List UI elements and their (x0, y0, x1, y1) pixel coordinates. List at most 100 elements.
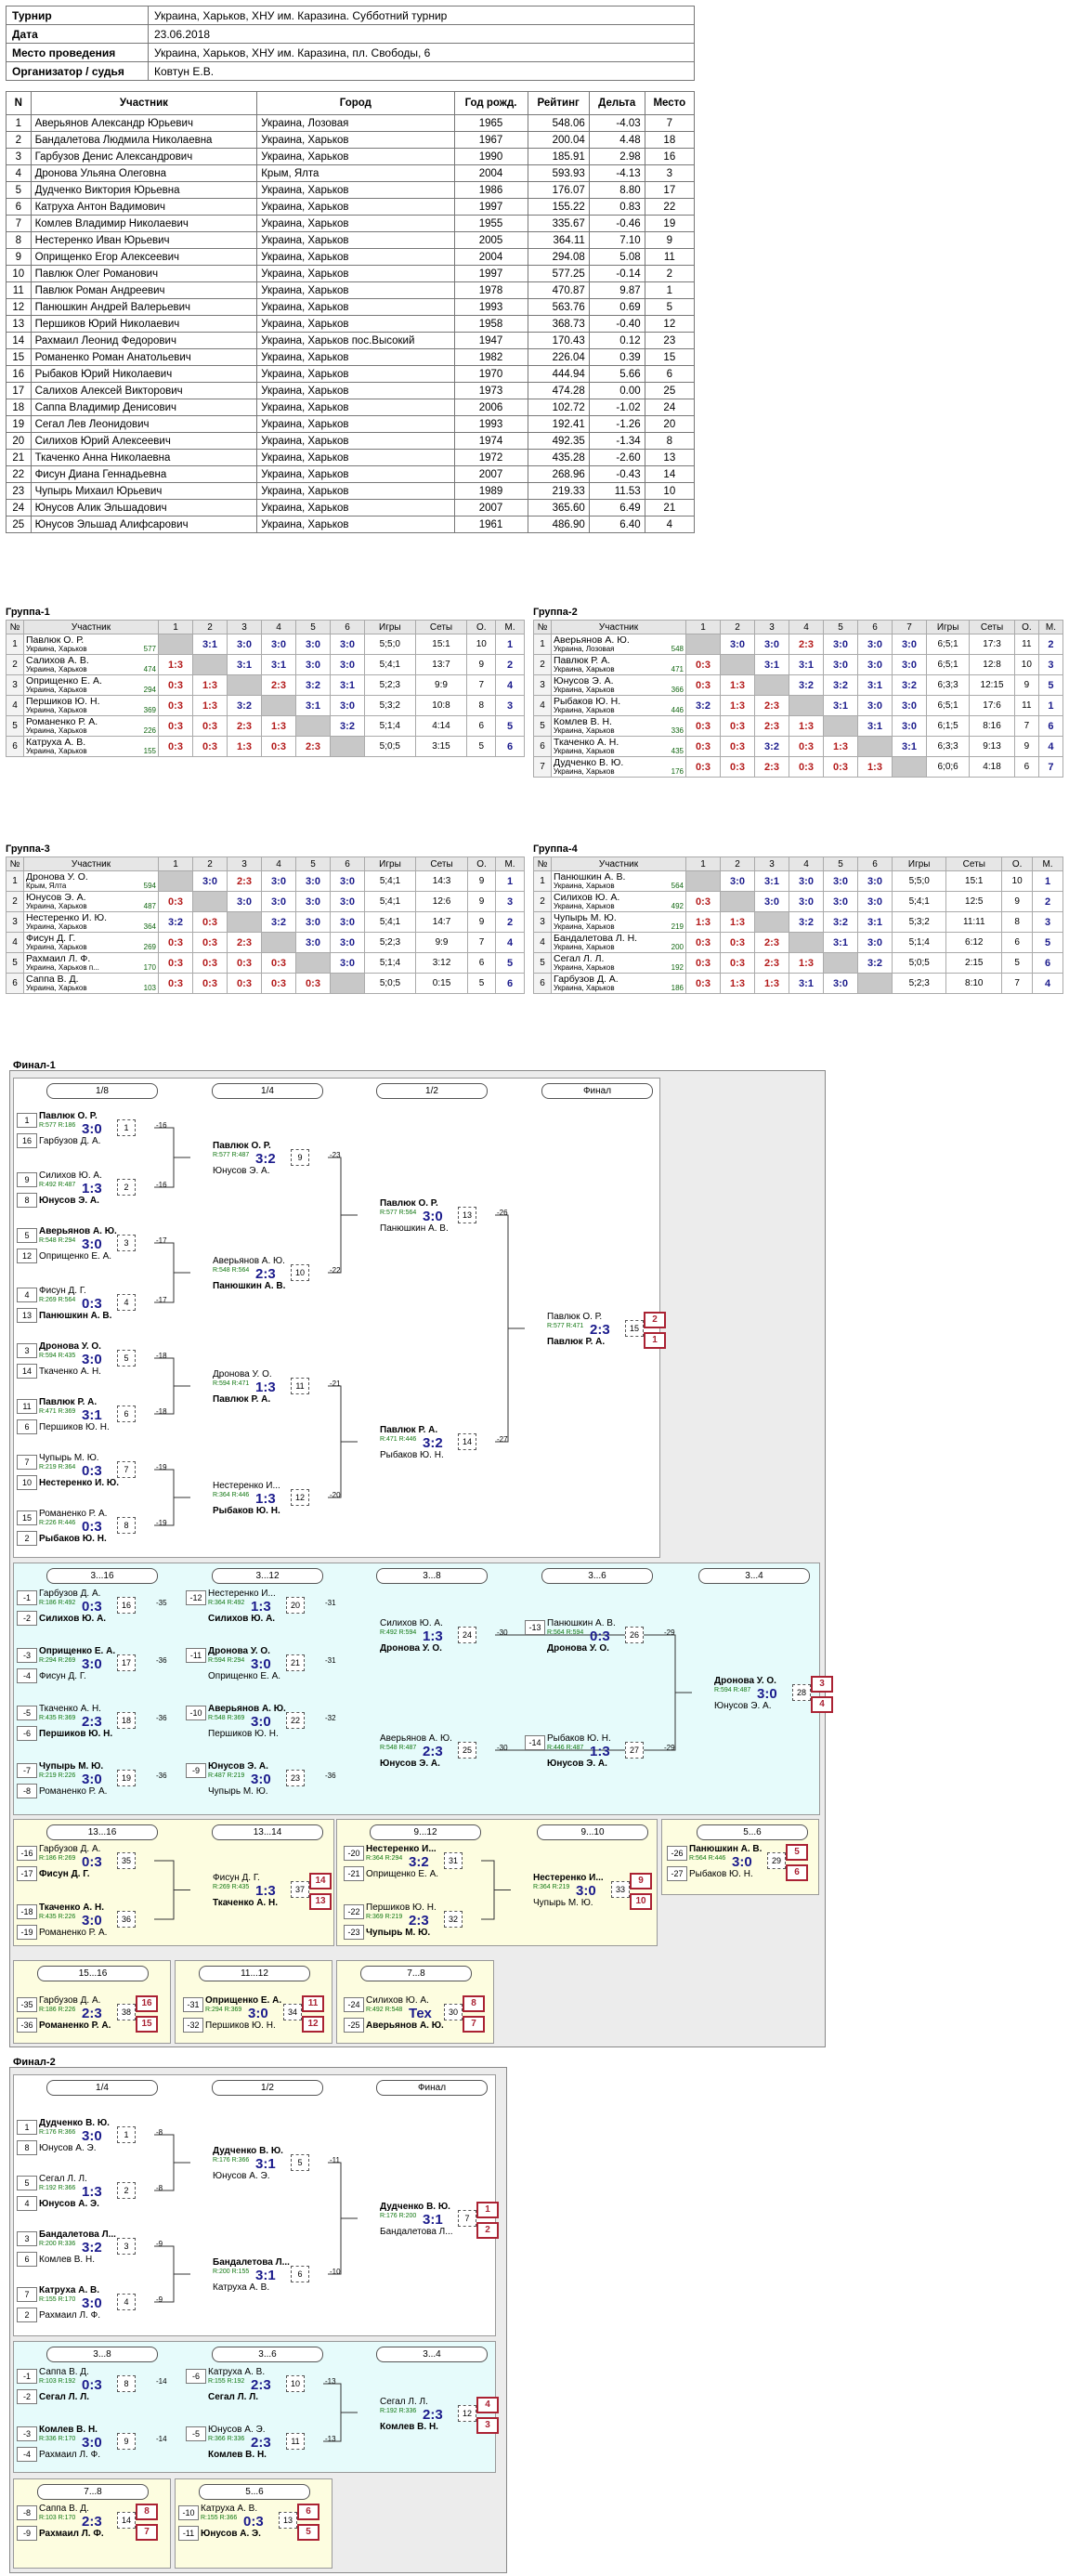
player-name: Романенко Р. А. (39, 1509, 108, 1519)
match-score: 1:3 (423, 1628, 443, 1644)
bracket-match: -8 -9 Саппа В. Д. Рахмаил Л. Ф. R:103 R:170 2… (17, 2504, 158, 2541)
match-id: 7 (458, 2210, 476, 2227)
match-score: 2:3 (423, 1744, 443, 1759)
bracket-match: -3 -4 Комлев В. Н. Рахмаил Л. Ф. R:336 R:170… (17, 2425, 167, 2462)
seed-number: 4 (17, 1288, 37, 1302)
seed-number: 9 (17, 1172, 37, 1187)
match-id: 31 (444, 1852, 463, 1869)
next-match-ref: -23 (330, 1151, 341, 1159)
match-score: 3:0 (82, 1352, 102, 1367)
next-match-ref: -30 (497, 1628, 508, 1637)
bracket-match: -13 Панюшкин А. В. Дронова У. О. R:564 R:59… (525, 1618, 675, 1655)
bracket-match: 3 14 Дронова У. О. Ткаченко А. Н. R:594 R:43… (17, 1341, 167, 1379)
player-ratings: R:226 R:446 (39, 1520, 76, 1526)
next-match-ref: -13 (325, 2377, 336, 2386)
seed-number: -27 (667, 1866, 687, 1881)
match-score: 2:3 (82, 1714, 102, 1730)
match-id: 5 (291, 2154, 309, 2171)
place-box: 16 (136, 1995, 158, 2012)
player-ratings: R:487 R:219 (208, 1772, 245, 1779)
seed-number: -21 (344, 1866, 364, 1881)
next-match-ref: -29 (664, 1628, 675, 1637)
match-id: 7 (117, 1461, 136, 1478)
seed-number: -10 (186, 1706, 206, 1720)
player-ratings: R:336 R:170 (39, 2436, 76, 2442)
next-match-ref: -17 (156, 1296, 167, 1304)
next-match-ref: -9 (156, 2295, 163, 2304)
seed-number: 11 (17, 1399, 37, 1414)
seed-number: -4 (17, 1668, 37, 1683)
seed-number: -11 (186, 1648, 206, 1663)
seed-number: -1 (17, 2369, 37, 2384)
bracket-match: -10 Аверьянов А. Ю. Першиков Ю. Н. R:548 R:… (186, 1704, 336, 1741)
player-name: Саппа В. Д. (39, 2367, 89, 2377)
match-id: 2 (117, 2182, 136, 2199)
bracket-match: Фисун Д. Г. Ткаченко А. Н. R:269 R:435 1:3 3… (190, 1873, 332, 1910)
place-box: 14 (309, 1873, 332, 1890)
match-id: 13 (458, 1207, 476, 1223)
player-name: Чупырь М. Ю. (39, 1761, 104, 1772)
bracket-match: 11 6 Павлюк Р. А. Першиков Ю. Н. R:471 R:369… (17, 1397, 167, 1434)
bracket-match: -24 -25 Силихов Ю. А. Аверьянов А. Ю. R:492 … (344, 1995, 485, 2033)
seed-number: 4 (17, 2196, 37, 2211)
match-score: 2:3 (251, 2435, 271, 2451)
match-score: 3:1 (423, 2212, 443, 2228)
seed-number: 12 (17, 1249, 37, 1263)
match-score: 1:3 (590, 1744, 610, 1759)
bracket-match: Силихов Ю. А. Дронова У. О. R:492 R:594 1:3… (358, 1618, 508, 1655)
bracket-match: 4 13 Фисун Д. Г. Панюшкин А. В. R:269 R:564 0… (17, 1286, 167, 1323)
match-id: 15 (625, 1320, 644, 1337)
next-match-ref: -8 (156, 2128, 163, 2137)
match-id: 13 (279, 2512, 297, 2529)
player-ratings: R:103 R:192 (39, 2378, 76, 2385)
seed-number: -19 (17, 1925, 37, 1940)
match-score: 1:3 (255, 1380, 276, 1395)
player-name: Юнусов А. Э. (39, 2199, 99, 2209)
player-name: Першиков Ю. Н. (39, 1422, 110, 1432)
seed-number: 5 (17, 1228, 37, 1243)
match-score: 3:1 (255, 2268, 276, 2283)
seed-number: -13 (525, 1620, 545, 1635)
bracket-match: 7 10 Чупырь М. Ю. Нестеренко И. Ю. R:219 R:3… (17, 1453, 167, 1490)
player-ratings: R:548 R:487 (380, 1745, 417, 1751)
player-ratings: R:492 R:548 (366, 2007, 403, 2013)
next-match-ref: -8 (156, 2184, 163, 2192)
player-name: Павлюк О. Р. (547, 1312, 603, 1322)
player-name: Дронова У. О. (547, 1643, 609, 1654)
player-name: Романенко Р. А. (39, 2020, 111, 2031)
player-ratings: R:364 R:294 (366, 1855, 403, 1862)
player-ratings: R:155 R:366 (201, 2515, 238, 2521)
match-score: 3:0 (82, 1656, 102, 1672)
match-id: 4 (117, 1294, 136, 1311)
player-name: Рыбаков Ю. Н. (380, 1450, 444, 1460)
bracket-connector (154, 2134, 190, 2191)
player-name: Романенко Р. А. (39, 1928, 108, 1938)
bracket-match: -6 Катруха А. В. Сегал Л. Л. R:155 R:192 2:3… (186, 2367, 336, 2404)
player-ratings: R:294 R:269 (39, 1657, 76, 1664)
seed-number: 14 (17, 1364, 37, 1379)
player-name: Павлюк Р. А. (213, 1394, 271, 1405)
player-ratings: R:492 R:594 (380, 1629, 417, 1636)
player-name: Фисун Д. Г. (39, 1286, 86, 1296)
player-ratings: R:364 R:219 (533, 1884, 570, 1890)
player-name: Романенко Р. А. (39, 1786, 108, 1797)
player-name: Комлев В. Н. (380, 2422, 438, 2432)
place-box: 10 (630, 1893, 652, 1910)
match-id: 14 (117, 2512, 136, 2529)
player-ratings: R:155 R:170 (39, 2296, 76, 2303)
bracket-match: Павлюк Р. А. Рыбаков Ю. Н. R:471 R:446 3:2 1… (358, 1425, 508, 1462)
player-name: Бандалетова Л... (380, 2227, 453, 2237)
match-score: 3:0 (576, 1883, 596, 1899)
bracket-connector (154, 2245, 190, 2303)
bracket-match: 9 8 Силихов Ю. А. Юнусов Э. А. R:492 R:487 1:… (17, 1170, 167, 1208)
player-name: Катруха А. В. (213, 2282, 270, 2293)
match-score: 3:0 (82, 2435, 102, 2451)
player-name: Ткаченко А. Н. (39, 1704, 101, 1714)
match-score: 3:0 (251, 1772, 271, 1787)
match-id: 20 (286, 1597, 305, 1614)
seed-number: -36 (17, 2018, 37, 2033)
seed-number: -32 (183, 2018, 203, 2033)
player-name: Нестеренко И... (366, 1844, 437, 1854)
player-name: Юнусов А. Э. (213, 2171, 270, 2181)
next-match-ref: -30 (497, 1744, 508, 1752)
